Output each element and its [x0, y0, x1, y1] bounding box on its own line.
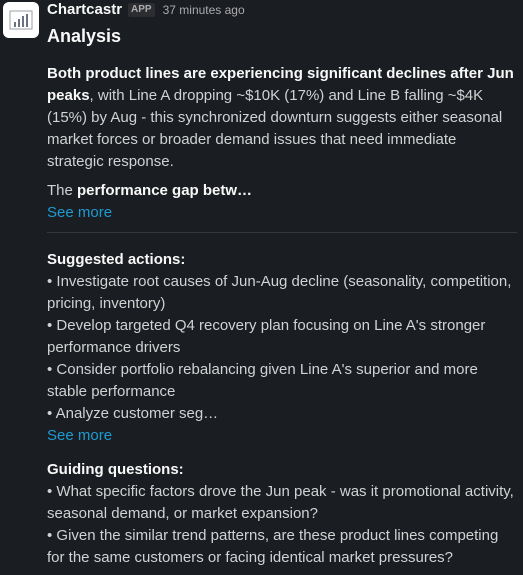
section-divider: [47, 232, 517, 233]
sender-name[interactable]: Chartcastr: [47, 0, 122, 20]
guiding-questions-list: • What specific factors drove the Jun pe…: [47, 481, 517, 569]
list-item: • Analyze customer seg…: [47, 405, 219, 422]
list-item: • Investigate root causes of Jun-Aug dec…: [47, 273, 512, 312]
list-item: • Consider portfolio rebalancing given L…: [47, 361, 478, 400]
gap-paragraph: The performance gap betw… See more: [47, 180, 517, 224]
list-item: • Given the similar trend patterns, are …: [47, 527, 499, 566]
analysis-paragraph: Both product lines are experiencing sign…: [47, 63, 517, 173]
message-timestamp[interactable]: 37 minutes ago: [163, 0, 245, 20]
chart-logo-icon: [9, 10, 33, 30]
list-item: • What specific factors drove the Jun pe…: [47, 483, 514, 522]
gap-bold: performance gap betw…: [77, 182, 253, 199]
app-badge: APP: [128, 3, 155, 17]
message-header: Chartcastr APP 37 minutes ago: [47, 0, 517, 20]
app-avatar[interactable]: [3, 2, 39, 38]
actions-see-more-link[interactable]: See more: [47, 425, 517, 447]
analysis-see-more-link[interactable]: See more: [47, 202, 517, 224]
gap-prefix: The: [47, 182, 78, 199]
analysis-intro-rest: , with Line A dropping ~$10K (17%) and L…: [47, 87, 503, 170]
bot-message: Chartcastr APP 37 minutes ago Analysis B…: [0, 0, 523, 569]
analysis-title: Analysis: [47, 26, 122, 46]
list-item: • Develop targeted Q4 recovery plan focu…: [47, 317, 486, 356]
suggested-actions-list: • Investigate root causes of Jun-Aug dec…: [47, 271, 517, 447]
guiding-questions-title: Guiding questions:: [47, 461, 184, 478]
suggested-actions-title: Suggested actions:: [47, 251, 186, 268]
